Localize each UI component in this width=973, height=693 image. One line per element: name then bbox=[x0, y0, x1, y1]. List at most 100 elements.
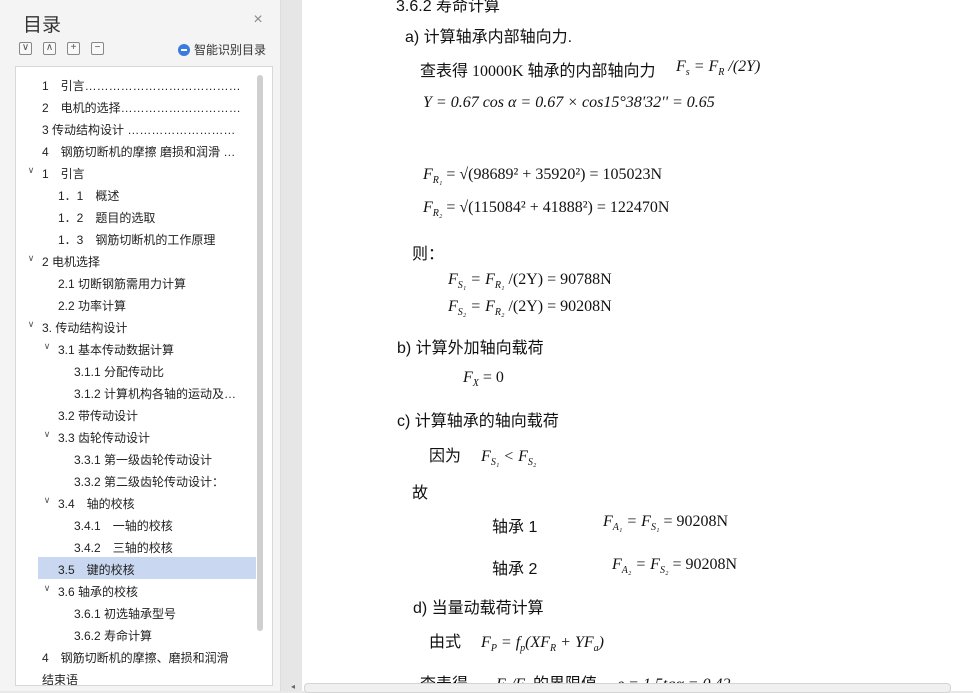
chevron-down-icon[interactable]: ∨ bbox=[26, 318, 36, 329]
toc-item[interactable]: ∨ 2 电机选择 bbox=[16, 249, 256, 271]
toc-item[interactable]: 2.2 功率计算 bbox=[16, 293, 256, 315]
toc-item-label: 3.3 齿轮传动设计 bbox=[58, 431, 151, 445]
toc-scrollbar[interactable] bbox=[257, 75, 263, 631]
step-a-lookup-text: 查表得 10000K 轴承的内部轴向力 bbox=[420, 63, 656, 80]
document-gutter bbox=[281, 0, 302, 691]
toc-item-label: 2.2 功率计算 bbox=[58, 299, 127, 313]
add-heading-icon[interactable]: + bbox=[67, 42, 80, 55]
toc-item-label: 3.4.1 一轴的校核 bbox=[74, 519, 173, 533]
toc-item-label: 3.1.1 分配传动比 bbox=[74, 365, 165, 379]
toc-item-label: 2 电机的选择…………………………… bbox=[42, 101, 248, 115]
therefore-label: 故 bbox=[412, 485, 429, 502]
toc-item[interactable]: 2.1 切断钢筋需用力计算 bbox=[16, 271, 256, 293]
smart-toc-button[interactable]: 智能识别目录 bbox=[178, 41, 266, 58]
horizontal-scrollbar[interactable] bbox=[304, 683, 951, 693]
smart-toc-label: 智能识别目录 bbox=[194, 43, 267, 57]
because-line: 因为 FS₁ < FS₂ bbox=[429, 448, 537, 469]
toc-item-label: 1．2 题目的选取 bbox=[58, 211, 156, 225]
toc-item-label: 3.1 基本传动数据计算 bbox=[58, 343, 175, 357]
section-heading: 3.6.2 寿命计算 bbox=[396, 0, 501, 15]
chevron-down-icon[interactable]: ∨ bbox=[26, 164, 36, 175]
toc-item[interactable]: 3.1.2 计算机构各轴的运动及… bbox=[16, 381, 256, 403]
toc-item-label: 3.3.2 第二级齿轮传动设计： bbox=[74, 475, 225, 489]
toc-item-label: 3.2 带传动设计 bbox=[58, 409, 139, 423]
toc-item-label: 3.3.1 第一级齿轮传动设计 bbox=[74, 453, 213, 467]
remove-heading-icon[interactable]: − bbox=[91, 42, 104, 55]
toc-panel: 1 引言………………………………… 2 电机的选择…………………………… 3 传动结… bbox=[15, 66, 273, 686]
toc-item[interactable]: ∨ 3.4 轴的校核 bbox=[16, 491, 256, 513]
fa2-equation: FA₂ = FS₂ = 90208N bbox=[612, 556, 738, 577]
toc-item-label: 1 引言………………………………… bbox=[42, 79, 241, 93]
fs2-equation: FS₂ = FR₂ /(2Y) = 90208N bbox=[448, 298, 612, 319]
toc-item-label: 结束语 bbox=[42, 673, 79, 686]
toc-item-label: 4 钢筋切断机的摩擦、磨损和润滑 bbox=[42, 651, 229, 665]
toc-item-label: 2 电机选择 bbox=[42, 255, 101, 269]
toc-list: 1 引言………………………………… 2 电机的选择…………………………… 3 传动结… bbox=[16, 73, 256, 686]
step-c-heading: c) 计算轴承的轴向载荷 bbox=[397, 413, 559, 430]
toc-item-label: 1 引言 bbox=[42, 167, 85, 181]
fx-equation: FX = 0 bbox=[463, 369, 504, 390]
fa1-equation: FA₁ = FS₁ = 90208N bbox=[603, 513, 729, 534]
fr1-equation: FR₁ = √(98689² + 35920²) = 105023N bbox=[423, 166, 663, 187]
toc-item[interactable]: 3.6.1 初选轴承型号 bbox=[16, 601, 256, 623]
toc-item[interactable]: ∨ 3.6 轴承的校核 bbox=[16, 579, 256, 601]
step-d-heading: d) 当量动载荷计算 bbox=[413, 600, 544, 617]
chevron-down-icon[interactable]: ∨ bbox=[42, 494, 52, 505]
toc-title: 目录 bbox=[23, 15, 62, 36]
collapse-all-icon[interactable]: ∨ bbox=[19, 42, 32, 55]
toc-item-label: 1．3 钢筋切断机的工作原理 bbox=[58, 233, 216, 247]
step-b-heading: b) 计算外加轴向载荷 bbox=[397, 340, 544, 357]
toc-item-label: 3 传动结构设计 ……………………… bbox=[42, 123, 236, 137]
toc-item[interactable]: 3.6.2 寿命计算 bbox=[16, 623, 256, 645]
toc-item-label: 2.1 切断钢筋需用力计算 bbox=[58, 277, 187, 291]
step-a-heading: a) 计算轴承内部轴向力. bbox=[405, 29, 573, 46]
toc-item-label: 3.4 轴的校核 bbox=[58, 497, 135, 511]
toc-item[interactable]: 3.3.2 第二级齿轮传动设计： bbox=[16, 469, 256, 491]
bearing1-label: 轴承 1 bbox=[492, 519, 538, 536]
close-icon[interactable]: × bbox=[250, 12, 266, 28]
toc-item[interactable]: 结束语 bbox=[16, 667, 256, 686]
toc-item[interactable]: 1．1 概述 bbox=[16, 183, 256, 205]
fs1-equation: FS₁ = FR₁ /(2Y) = 90788N bbox=[448, 271, 612, 292]
toc-item[interactable]: ∨ 3.3 齿轮传动设计 bbox=[16, 425, 256, 447]
toc-item[interactable]: 1 引言………………………………… bbox=[16, 73, 256, 95]
toc-item[interactable]: ∨ 3.1 基本传动数据计算 bbox=[16, 337, 256, 359]
toc-item-label: 3.5 键的校核 bbox=[58, 563, 135, 577]
toc-sidebar: 目录 × ∨ ∧ + − 智能识别目录 1 引言………………………………… 2 电… bbox=[0, 0, 281, 691]
toc-item-label: 3.6 轴承的校核 bbox=[58, 585, 139, 599]
fs-formula: Fs = FR /(2Y) bbox=[676, 58, 761, 79]
then-label: 则： bbox=[412, 246, 445, 263]
toc-item-label: 1．1 概述 bbox=[58, 189, 120, 203]
chevron-down-icon[interactable]: ∨ bbox=[26, 252, 36, 263]
smart-toc-icon bbox=[178, 43, 190, 56]
toc-item[interactable]: 4 钢筋切断机的摩擦 磨损和润滑 … bbox=[16, 139, 256, 161]
toc-item[interactable]: 3.1.1 分配传动比 bbox=[16, 359, 256, 381]
toc-item[interactable]: 3 传动结构设计 ……………………… bbox=[16, 117, 256, 139]
document-page: 3.6.2 寿命计算 a) 计算轴承内部轴向力. 查表得 10000K 轴承的内… bbox=[302, 0, 973, 691]
fp-equation: 由式 FP = fp(XFR + YFa) bbox=[429, 634, 604, 655]
chevron-down-icon[interactable]: ∨ bbox=[42, 340, 52, 351]
toc-item[interactable]: 3.4.1 一轴的校核 bbox=[16, 513, 256, 535]
toc-item[interactable]: 1．3 钢筋切断机的工作原理 bbox=[16, 227, 256, 249]
toc-item[interactable]: 1．2 题目的选取 bbox=[16, 205, 256, 227]
toc-item-label: 3.1.2 计算机构各轴的运动及… bbox=[74, 387, 237, 401]
toc-item-label: 3.6.1 初选轴承型号 bbox=[74, 607, 177, 621]
scroll-left-icon[interactable]: ◂ bbox=[288, 683, 298, 691]
chevron-down-icon[interactable]: ∨ bbox=[42, 582, 52, 593]
expand-all-icon[interactable]: ∧ bbox=[43, 42, 56, 55]
step-a-lookup: 查表得 10000K 轴承的内部轴向力 bbox=[420, 57, 656, 81]
toc-item[interactable]: 2 电机的选择…………………………… bbox=[16, 95, 256, 117]
fr2-equation: FR₂ = √(115084² + 41888²) = 122470N bbox=[423, 199, 670, 220]
toc-item[interactable]: ∨ 1 引言 bbox=[16, 161, 256, 183]
toc-item[interactable]: 3.2 带传动设计 bbox=[16, 403, 256, 425]
toc-item[interactable]: ∨ 3. 传动结构设计 bbox=[16, 315, 256, 337]
y-equation: Y = 0.67 cos α = 0.67 × cos15°38'32'' = … bbox=[423, 94, 715, 111]
toc-item-label: 4 钢筋切断机的摩擦 磨损和润滑 … bbox=[42, 145, 236, 159]
toc-item[interactable]: 3.4.2 三轴的校核 bbox=[16, 535, 256, 557]
toc-item-label: 3.4.2 三轴的校核 bbox=[74, 541, 173, 555]
toc-item[interactable]: 3.3.1 第一级齿轮传动设计 bbox=[16, 447, 256, 469]
toc-item-label: 3.6.2 寿命计算 bbox=[74, 629, 153, 643]
chevron-down-icon[interactable]: ∨ bbox=[42, 428, 52, 439]
toc-item[interactable]: 3.5 键的校核 bbox=[38, 557, 256, 579]
toc-item[interactable]: 4 钢筋切断机的摩擦、磨损和润滑 bbox=[16, 645, 256, 667]
